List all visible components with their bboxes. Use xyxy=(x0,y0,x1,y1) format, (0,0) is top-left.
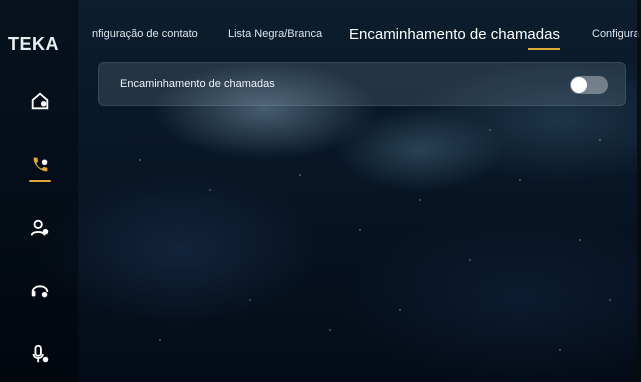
tab-black-white-list[interactable]: Lista Negra/Branca xyxy=(228,28,322,40)
active-tab-indicator xyxy=(528,48,560,50)
starfield xyxy=(0,0,641,382)
screen-edge xyxy=(637,0,641,382)
tab-settings[interactable]: Configura xyxy=(592,28,640,40)
sidebar-item-contacts[interactable] xyxy=(26,214,54,242)
sidebar-item-voice[interactable] xyxy=(26,340,54,368)
headset-icon xyxy=(31,285,49,298)
sidebar-active-indicator xyxy=(29,180,51,182)
home-icon xyxy=(31,92,49,110)
tab-bar: nfiguração de contato Lista Negra/Branca… xyxy=(78,0,641,52)
call-forwarding-setting-row: Encaminhamento de chamadas xyxy=(98,62,626,106)
tab-contact-settings[interactable]: nfiguração de contato xyxy=(92,28,198,40)
toggle-knob xyxy=(571,77,587,93)
call-forwarding-toggle[interactable] xyxy=(570,76,608,94)
sidebar: TEKA xyxy=(0,0,78,382)
microphone-icon xyxy=(32,344,49,363)
setting-label: Encaminhamento de chamadas xyxy=(120,78,275,90)
tab-call-forwarding[interactable]: Encaminhamento de chamadas xyxy=(349,26,560,43)
brand-logo: TEKA xyxy=(8,34,59,54)
sidebar-item-home[interactable] xyxy=(26,87,54,115)
sidebar-item-calls[interactable] xyxy=(26,151,54,179)
contact-icon xyxy=(30,219,49,236)
phone-icon xyxy=(33,157,48,172)
sidebar-item-support[interactable] xyxy=(26,276,54,304)
app-window: TEKA nfiguração de contato Lista Negra/B… xyxy=(0,0,641,382)
